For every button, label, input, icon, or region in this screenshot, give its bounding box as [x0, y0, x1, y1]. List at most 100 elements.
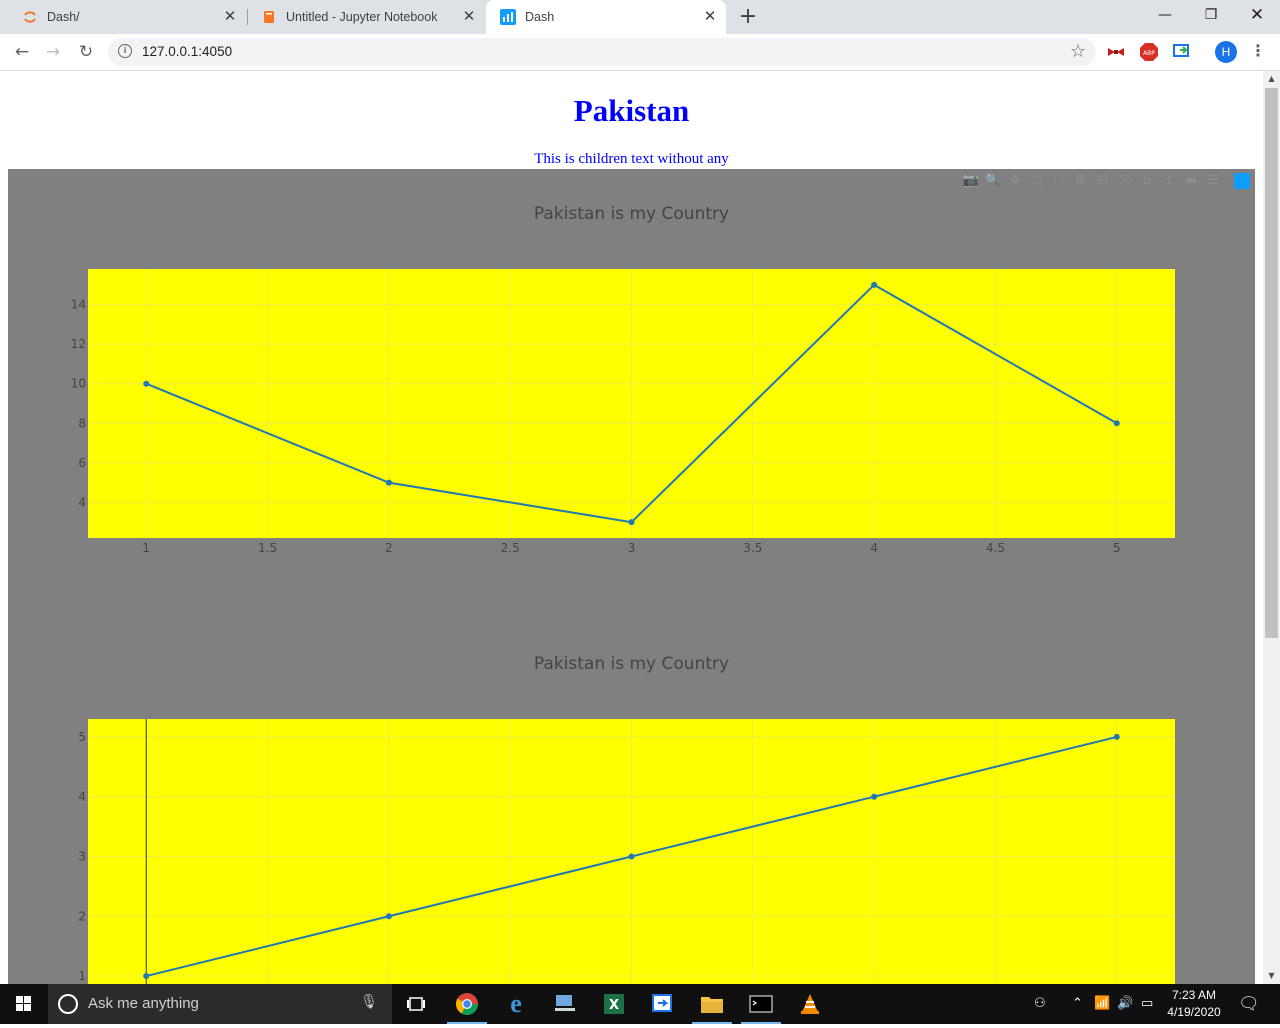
windows-logo-icon	[16, 996, 31, 1011]
notebook-icon	[261, 9, 277, 25]
task-view-icon[interactable]	[392, 984, 440, 1024]
x-tick-label: 5	[1113, 541, 1121, 555]
close-tab-icon[interactable]: ✕	[702, 9, 718, 25]
scroll-up-arrow-icon[interactable]: ▲	[1263, 71, 1280, 87]
y-tick-label: 2	[78, 909, 86, 923]
hover-closest-icon[interactable]: ▬	[1182, 173, 1200, 189]
tab-dash[interactable]: Dash ✕	[486, 0, 726, 34]
x-tick-label: 4	[870, 541, 878, 555]
bowtie-extension-icon[interactable]	[1106, 42, 1126, 62]
profile-avatar[interactable]: H	[1215, 41, 1237, 63]
jupyter-icon	[22, 9, 38, 25]
data-point[interactable]	[871, 793, 878, 800]
microphone-icon[interactable]: 🎙	[360, 994, 378, 1010]
lasso-select-icon[interactable]: ◌	[1050, 173, 1068, 189]
reset-axes-icon[interactable]: ⌂	[1138, 173, 1156, 189]
share-app-taskbar-icon[interactable]	[639, 984, 687, 1024]
vlc-taskbar-icon[interactable]	[786, 984, 834, 1024]
close-tab-icon[interactable]: ✕	[222, 9, 238, 25]
forward-icon[interactable]: →	[41, 40, 65, 64]
notification-center-icon[interactable]: 🗨	[1238, 984, 1260, 1024]
address-bar[interactable]: i 127.0.0.1:4050 ☆	[108, 38, 1096, 66]
data-point[interactable]	[143, 380, 150, 387]
y-tick-label: 5	[78, 730, 86, 744]
battery-icon[interactable]: ▭	[1141, 984, 1153, 1024]
y-tick-label: 4	[78, 495, 86, 509]
graph-1[interactable]: Pakistan is my Country 4 6 8 10 12 14 1 1.5 2 2.5 3…	[8, 169, 1255, 619]
tab-jupyter-notebook[interactable]: Untitled - Jupyter Notebook ✕	[247, 0, 485, 34]
site-info-icon[interactable]: i	[118, 44, 132, 58]
edge-taskbar-icon[interactable]: e	[492, 984, 540, 1024]
modebar: 📷 🔍 ✥ ⬚ ◌ ⊞ ⊟ ⤧ ⌂ ⊥ ▬ ☰	[962, 173, 1250, 189]
graph-2[interactable]: Pakistan is my Country 1 2 3 4 5	[8, 619, 1255, 984]
autoscale-icon[interactable]: ⤧	[1116, 173, 1134, 189]
data-point[interactable]	[871, 281, 878, 288]
spike-lines-icon[interactable]: ⊥	[1160, 173, 1178, 189]
bookmark-star-icon[interactable]: ☆	[1070, 41, 1086, 62]
camera-icon[interactable]: 📷	[962, 173, 980, 189]
data-point[interactable]	[385, 479, 392, 486]
scroll-down-arrow-icon[interactable]: ▼	[1263, 968, 1280, 984]
people-icon[interactable]: ⚇	[1034, 984, 1046, 1024]
box-select-icon[interactable]: ⬚	[1028, 173, 1046, 189]
search-placeholder[interactable]: Ask me anything	[88, 995, 199, 1012]
data-point[interactable]	[143, 973, 150, 980]
svg-text:ABP: ABP	[1143, 50, 1155, 57]
back-icon[interactable]: ←	[10, 40, 34, 64]
close-icon[interactable]: ✕	[1234, 0, 1280, 30]
tab-title: Dash/	[47, 10, 80, 24]
y-tick-label: 10	[71, 377, 86, 391]
hover-compare-icon[interactable]: ☰	[1204, 173, 1222, 189]
volume-icon[interactable]: 🔊	[1117, 984, 1133, 1024]
chrome-taskbar-icon[interactable]	[443, 984, 491, 1024]
minimize-icon[interactable]: —	[1142, 0, 1188, 30]
screen-share-extension-icon[interactable]	[1172, 42, 1192, 62]
page-subtitle: This is children text without any	[534, 151, 729, 167]
data-point[interactable]	[628, 519, 635, 526]
line-chart-1[interactable]: Pakistan is my Country 4 6 8 10 12 14 1 1.5 2 2.5 3…	[8, 169, 1255, 619]
wifi-icon[interactable]: 📶	[1094, 984, 1110, 1024]
scroll-thumb[interactable]	[1265, 88, 1278, 638]
browser-menu-icon[interactable]: ⋮	[1250, 41, 1266, 63]
plotly-dash-icon	[500, 9, 516, 25]
line-chart-2[interactable]: Pakistan is my Country 1 2 3 4 5	[8, 619, 1255, 984]
tab-dash-jupyter[interactable]: Dash/ ✕	[8, 0, 246, 34]
windows-start-button[interactable]	[0, 984, 48, 1024]
zoom-out-icon[interactable]: ⊟	[1094, 173, 1112, 189]
zoom-in-icon[interactable]: ⊞	[1072, 173, 1090, 189]
cortana-icon	[58, 994, 78, 1014]
plotly-logo-icon[interactable]	[1234, 173, 1250, 189]
page-scrollbar[interactable]: ▲ ▼	[1263, 71, 1280, 984]
adblock-extension-icon[interactable]: ABP	[1139, 42, 1159, 62]
data-point[interactable]	[385, 913, 392, 920]
tab-bar: Dash/ ✕ Untitled - Jupyter Notebook ✕ Da…	[0, 0, 1280, 34]
svg-text:X: X	[609, 998, 619, 1013]
pan-icon[interactable]: ✥	[1006, 173, 1024, 189]
data-point[interactable]	[1113, 420, 1120, 427]
file-explorer-taskbar-icon[interactable]	[688, 984, 736, 1024]
x-tick-label: 2.5	[501, 541, 520, 555]
cortana-search[interactable]: Ask me anything 🎙	[48, 984, 392, 1024]
excel-taskbar-icon[interactable]: X	[590, 984, 638, 1024]
network-app-taskbar-icon[interactable]	[541, 984, 589, 1024]
x-tick-label: 4.5	[986, 541, 1005, 555]
data-point[interactable]	[1113, 733, 1120, 740]
y-tick-label: 1	[78, 969, 86, 983]
y-tick-label: 3	[78, 849, 86, 863]
x-tick-label: 3	[628, 541, 636, 555]
data-point[interactable]	[628, 853, 635, 860]
close-tab-icon[interactable]: ✕	[461, 9, 477, 25]
terminal-taskbar-icon[interactable]	[737, 984, 785, 1024]
clock-date: 4/19/2020	[1167, 1005, 1221, 1019]
reload-icon[interactable]: ↻	[74, 40, 98, 64]
system-clock[interactable]: 7:23 AM 4/19/2020	[1158, 987, 1230, 1021]
y-tick-label: 4	[78, 790, 86, 804]
windows-taskbar: Ask me anything 🎙 e X ⚇ ⌃ 📶 🔊 ▭ 7:23 AM …	[0, 984, 1280, 1024]
url-text[interactable]: 127.0.0.1:4050	[142, 44, 232, 59]
new-tab-button[interactable]: +	[736, 5, 760, 29]
tray-expand-icon[interactable]: ⌃	[1072, 984, 1083, 1024]
zoom-icon[interactable]: 🔍	[984, 173, 1002, 189]
y-tick-label: 6	[78, 456, 86, 470]
restore-icon[interactable]: ❐	[1188, 0, 1234, 30]
y-tick-label: 12	[71, 337, 86, 351]
